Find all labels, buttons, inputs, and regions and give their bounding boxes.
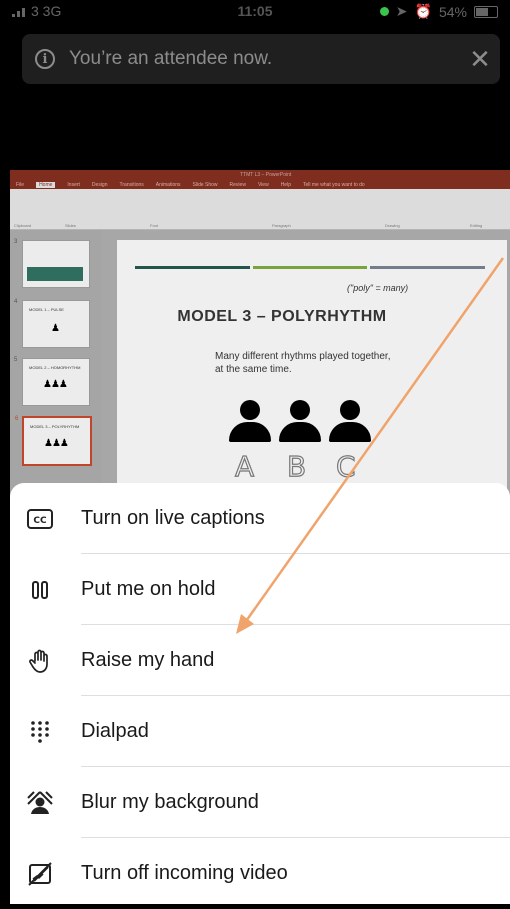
annotation-arrow	[236, 257, 505, 634]
